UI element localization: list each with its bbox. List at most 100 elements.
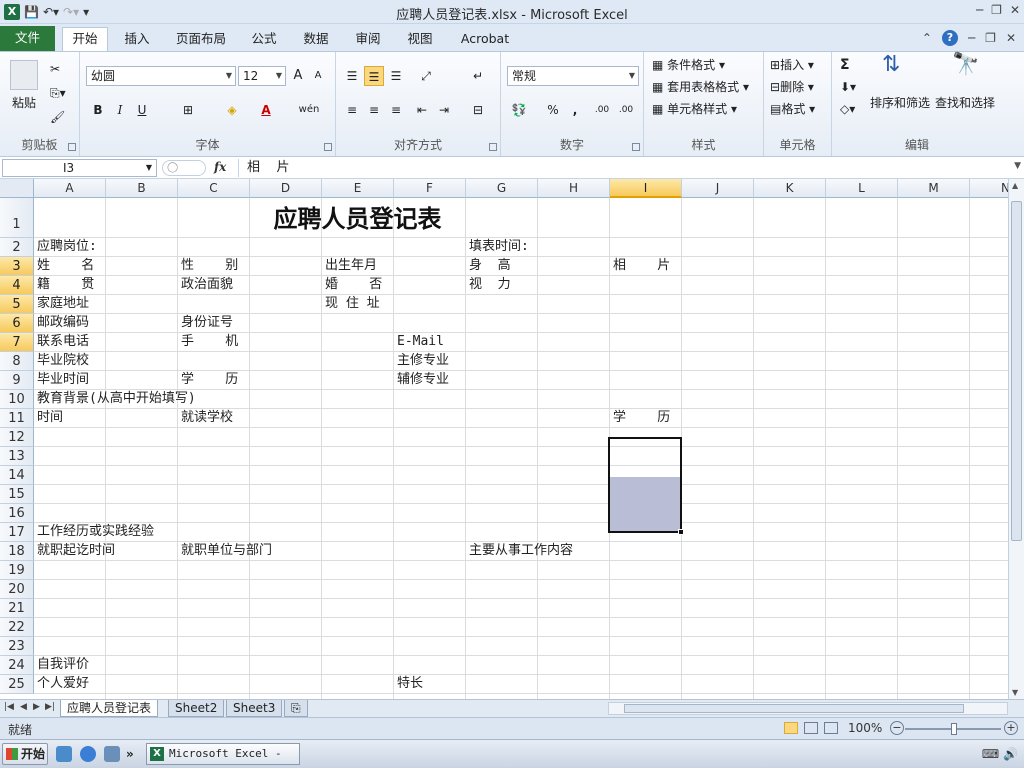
cell-c7[interactable]: 手 机 xyxy=(178,333,238,351)
prev-sheet-icon[interactable]: ◀ xyxy=(20,702,27,712)
cell-e3[interactable]: 出生年月 xyxy=(322,257,377,275)
first-sheet-icon[interactable]: |◀ xyxy=(4,702,14,712)
doc-restore-button[interactable]: ❐ xyxy=(985,31,996,45)
merge-center-icon[interactable]: ⊟ xyxy=(468,100,488,120)
horizontal-scroll-thumb[interactable] xyxy=(624,704,964,713)
row-header-12[interactable]: 12 xyxy=(0,428,34,447)
cell-f7[interactable]: E-Mail xyxy=(394,333,444,351)
restore-button[interactable]: ❐ xyxy=(991,3,1002,17)
row-header-2[interactable]: 2 xyxy=(0,238,34,257)
cell-e5[interactable]: 现 住 址 xyxy=(322,295,380,313)
clipboard-launcher-icon[interactable] xyxy=(68,143,76,151)
paste-button[interactable]: 粘贴 xyxy=(12,94,36,112)
scroll-up-icon[interactable]: ▲ xyxy=(1012,181,1018,190)
page-layout-view-icon[interactable] xyxy=(804,722,818,734)
row-header-4[interactable]: 4 xyxy=(0,276,34,295)
cell-a18[interactable]: 就职起讫时间 xyxy=(34,542,115,560)
column-header-j[interactable]: J xyxy=(682,179,754,198)
number-launcher-icon[interactable] xyxy=(632,143,640,151)
column-header-h[interactable]: H xyxy=(538,179,610,198)
align-top-icon[interactable]: ☰ xyxy=(342,66,362,86)
select-all-corner[interactable] xyxy=(0,179,34,198)
align-right-icon[interactable]: ≡ xyxy=(386,100,406,120)
close-button[interactable]: ✕ xyxy=(1010,3,1020,17)
row-header-5[interactable]: 5 xyxy=(0,295,34,314)
cell-f8[interactable]: 主修专业 xyxy=(394,352,449,370)
normal-view-icon[interactable] xyxy=(784,722,798,734)
row-header-10[interactable]: 10 xyxy=(0,390,34,409)
zoom-slider[interactable] xyxy=(905,723,1001,735)
cell-g3[interactable]: 身 高 xyxy=(466,257,511,275)
sort-filter-icon[interactable]: ⇅ xyxy=(882,54,900,76)
cell-a7[interactable]: 联系电话 xyxy=(34,333,89,351)
row-header-3[interactable]: 3 xyxy=(0,257,34,276)
font-name-select[interactable]: 幼圆 ▼ xyxy=(86,66,236,86)
row-header-11[interactable]: 11 xyxy=(0,409,34,428)
align-center-icon[interactable]: ≡ xyxy=(364,100,384,120)
row-header-21[interactable]: 21 xyxy=(0,599,34,618)
cell-a17[interactable]: 工作经历或实践经验 xyxy=(34,523,154,541)
cell-styles-button[interactable]: ▦ 单元格样式 ▾ xyxy=(652,100,737,118)
cell-a24[interactable]: 自我评价 xyxy=(34,656,89,674)
column-header-n[interactable]: N xyxy=(970,179,1008,198)
row-header-15[interactable]: 15 xyxy=(0,485,34,504)
autosum-button[interactable]: Σ xyxy=(840,56,850,74)
cell-a25[interactable]: 个人爱好 xyxy=(34,675,89,693)
row-header-19[interactable]: 19 xyxy=(0,561,34,580)
page-break-view-icon[interactable] xyxy=(824,722,838,734)
cell-a6[interactable]: 邮政编码 xyxy=(34,314,89,332)
column-header-e[interactable]: E xyxy=(322,179,394,198)
cell-a3[interactable]: 姓 名 xyxy=(34,257,94,275)
column-header-g[interactable]: G xyxy=(466,179,538,198)
align-left-icon[interactable]: ≡ xyxy=(342,100,362,120)
cell-i11[interactable]: 学 历 xyxy=(610,409,670,427)
new-sheet-icon[interactable]: ⎘ xyxy=(284,700,308,717)
quicklaunch-more-icon[interactable]: » xyxy=(126,745,134,763)
column-header-c[interactable]: C xyxy=(178,179,250,198)
shrink-font-button[interactable]: A xyxy=(308,66,328,86)
row-header-8[interactable]: 8 xyxy=(0,352,34,371)
zoom-slider-knob[interactable] xyxy=(951,723,957,735)
taskbar-item-excel[interactable]: X Microsoft Excel - ... xyxy=(146,743,300,768)
underline-button[interactable]: U xyxy=(132,100,152,120)
vertical-scrollbar[interactable]: ▲ ▼ xyxy=(1008,179,1024,699)
currency-icon[interactable]: 💱 xyxy=(509,100,529,120)
sheet-title[interactable]: 应聘人员登记表 xyxy=(250,199,465,239)
tab-review[interactable]: 审阅 xyxy=(348,28,388,51)
column-header-k[interactable]: K xyxy=(754,179,826,198)
horizontal-scrollbar[interactable] xyxy=(608,702,1008,715)
cell-g4[interactable]: 视 力 xyxy=(466,276,511,294)
next-sheet-icon[interactable]: ▶ xyxy=(33,702,40,712)
cell-c11[interactable]: 就读学校 xyxy=(178,409,233,427)
keyboard-icon[interactable]: ⌨ xyxy=(982,747,999,761)
cell-f25[interactable]: 特长 xyxy=(394,675,423,693)
tab-formulas[interactable]: 公式 xyxy=(244,28,284,51)
row-header-25[interactable]: 25 xyxy=(0,675,34,694)
column-header-l[interactable]: L xyxy=(826,179,898,198)
alignment-launcher-icon[interactable] xyxy=(489,143,497,151)
row-header-22[interactable]: 22 xyxy=(0,618,34,637)
last-sheet-icon[interactable]: ▶| xyxy=(45,702,55,712)
format-painter-icon[interactable]: 🖌 xyxy=(50,108,65,126)
font-size-select[interactable]: 12 ▼ xyxy=(238,66,286,86)
row-header-16[interactable]: 16 xyxy=(0,504,34,523)
format-as-table-button[interactable]: ▦ 套用表格格式 ▾ xyxy=(652,78,749,96)
row-header-6[interactable]: 6 xyxy=(0,314,34,333)
cell-i3[interactable]: 相 片 xyxy=(610,257,670,275)
italic-button[interactable]: I xyxy=(110,100,130,120)
zoom-out-icon[interactable]: − xyxy=(890,721,904,735)
sheet-tab-sheet2[interactable]: Sheet2 xyxy=(168,700,225,717)
tab-view[interactable]: 视图 xyxy=(400,28,440,51)
insert-function-button[interactable]: fx xyxy=(214,160,226,174)
cell-a9[interactable]: 毕业时间 xyxy=(34,371,89,389)
column-header-m[interactable]: M xyxy=(898,179,970,198)
name-box[interactable]: I3 ▼ xyxy=(2,159,157,177)
comma-button[interactable]: , xyxy=(565,100,585,120)
quicklaunch-icon-3[interactable] xyxy=(104,746,120,762)
cell-e4[interactable]: 婚 否 xyxy=(322,276,382,294)
scroll-down-icon[interactable]: ▼ xyxy=(1012,688,1018,697)
column-header-f[interactable]: F xyxy=(394,179,466,198)
delete-cells-button[interactable]: ⊟删除 ▾ xyxy=(770,78,814,96)
align-middle-icon[interactable]: ☰ xyxy=(364,66,384,86)
increase-indent-icon[interactable]: ⇥ xyxy=(434,100,454,120)
